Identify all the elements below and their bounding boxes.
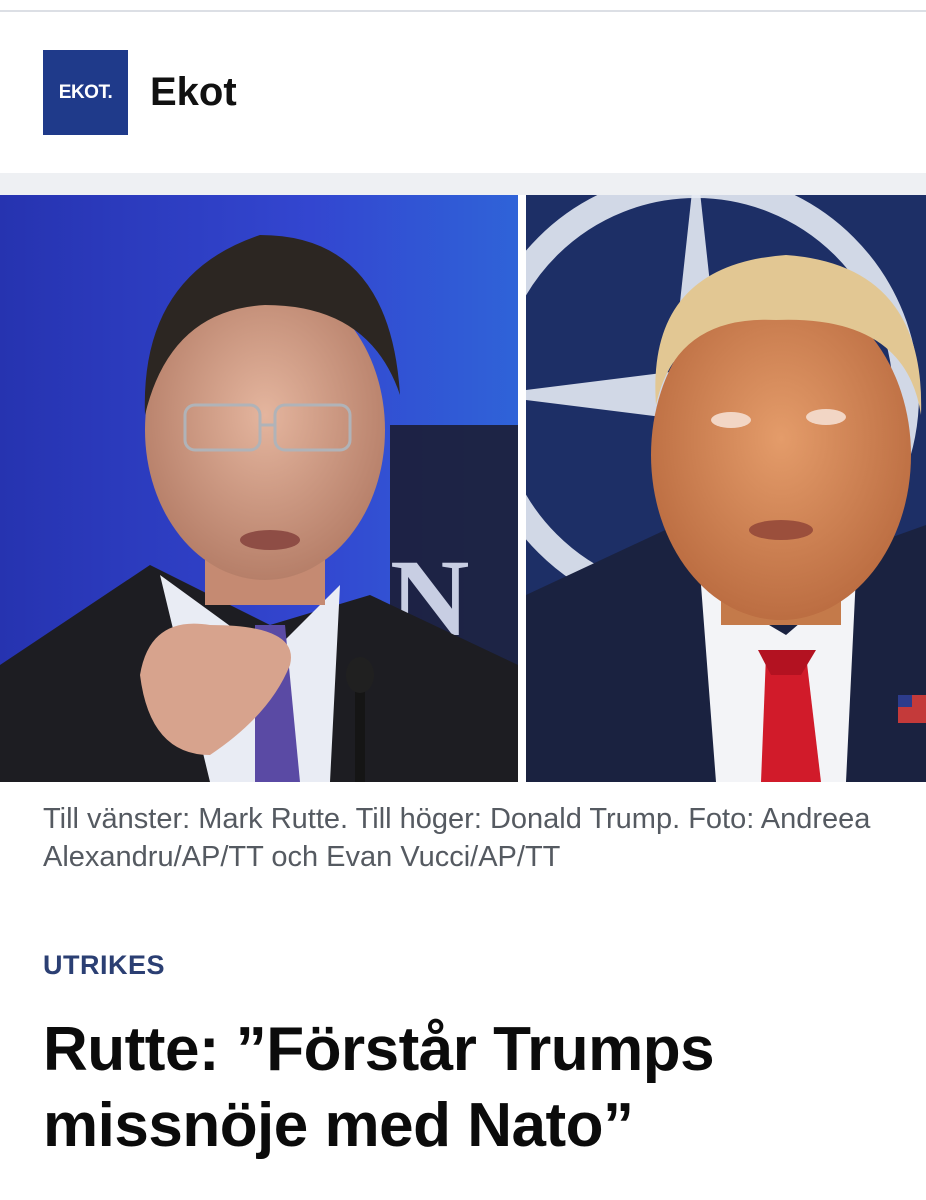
top-divider <box>0 0 926 12</box>
logo-text: EKOT. <box>58 81 113 103</box>
article-headline[interactable]: Rutte: ”Förstår Trumps missnöje med Nato… <box>43 1012 913 1164</box>
person-photo-right-icon <box>526 195 926 782</box>
brand-name[interactable]: Ekot <box>150 70 237 115</box>
ekot-logo[interactable]: EKOT. <box>43 50 128 135</box>
photo-left[interactable]: N <box>0 195 518 782</box>
photo-right[interactable] <box>526 195 926 782</box>
category-label[interactable]: UTRIKES <box>43 950 165 981</box>
photo-divider <box>518 195 526 782</box>
photo-caption: Till vänster: Mark Rutte. Till höger: Do… <box>43 803 871 873</box>
hero-band <box>0 173 926 195</box>
person-photo-left-icon: N <box>0 195 518 782</box>
app-header: EKOT. Ekot <box>0 12 926 173</box>
